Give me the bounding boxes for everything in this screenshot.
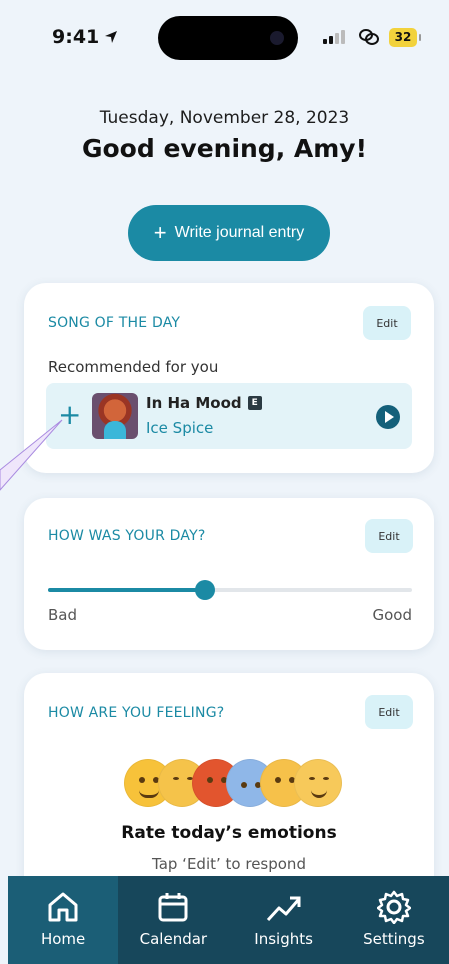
relieved-emoji-icon [294, 759, 342, 807]
slider-fill [48, 588, 205, 592]
status-time: 9:41 [52, 26, 119, 48]
pointer-annotation [0, 419, 63, 491]
play-icon[interactable] [376, 405, 400, 429]
album-art [92, 393, 138, 439]
how-was-your-day-card: HOW WAS YOUR DAY? Edit Bad Good [24, 498, 434, 650]
slider-max-label: Good [372, 606, 413, 624]
tab-bar: Home Calendar Insights Settings [8, 876, 449, 964]
link-icon [359, 29, 379, 45]
status-bar: 9:41 32 [0, 0, 449, 80]
song-of-the-day-card: SONG OF THE DAY Edit Recommended for you… [24, 283, 434, 473]
slider-min-label: Bad [48, 606, 78, 624]
home-icon [48, 892, 78, 922]
tab-home-label: Home [40, 930, 86, 948]
tab-settings[interactable]: Settings [339, 876, 449, 964]
song-artist: Ice Spice [146, 419, 214, 437]
tab-calendar-label: Calendar [139, 930, 208, 948]
tap-edit-hint: Tap ‘Edit’ to respond [152, 855, 306, 873]
rate-emotions-title: Rate today’s emotions [121, 823, 337, 843]
write-journal-entry-label: Write journal entry [174, 224, 305, 241]
explicit-badge: E [247, 396, 262, 410]
tab-settings-label: Settings [363, 930, 425, 948]
emoji-row [124, 759, 344, 819]
song-title-text: In Ha Mood [146, 394, 242, 412]
feel-card-title: HOW ARE YOU FEELING? [48, 705, 225, 721]
gear-icon [376, 890, 411, 924]
greeting-title: Good evening, Amy! [81, 134, 368, 163]
date-label: Tuesday, November 28, 2023 [99, 108, 350, 128]
recommended-label: Recommended for you [48, 358, 219, 376]
signal-icon [323, 30, 345, 44]
song-title: In Ha Mood E [146, 394, 262, 412]
battery-icon: 32 [389, 28, 421, 47]
song-card-title: SONG OF THE DAY [48, 315, 181, 331]
day-edit-button[interactable]: Edit [365, 519, 413, 553]
song-row[interactable]: + In Ha Mood E Ice Spice [46, 383, 412, 449]
tab-insights-label: Insights [254, 930, 313, 948]
day-card-title: HOW WAS YOUR DAY? [48, 528, 206, 544]
day-rating-slider[interactable] [48, 580, 412, 600]
tab-home[interactable]: Home [8, 876, 119, 964]
tab-insights[interactable]: Insights [229, 876, 339, 964]
trend-up-icon [266, 896, 301, 922]
location-arrow-icon [105, 31, 118, 43]
write-journal-entry-button[interactable]: + Write journal entry [128, 205, 330, 261]
slider-thumb[interactable] [194, 580, 215, 600]
plus-icon: + [153, 220, 167, 245]
feel-edit-button[interactable]: Edit [365, 695, 413, 729]
calendar-icon [158, 893, 188, 922]
dynamic-island [158, 16, 298, 60]
time-text: 9:41 [52, 26, 100, 48]
song-edit-button[interactable]: Edit [363, 306, 411, 340]
tab-calendar[interactable]: Calendar [118, 876, 228, 964]
